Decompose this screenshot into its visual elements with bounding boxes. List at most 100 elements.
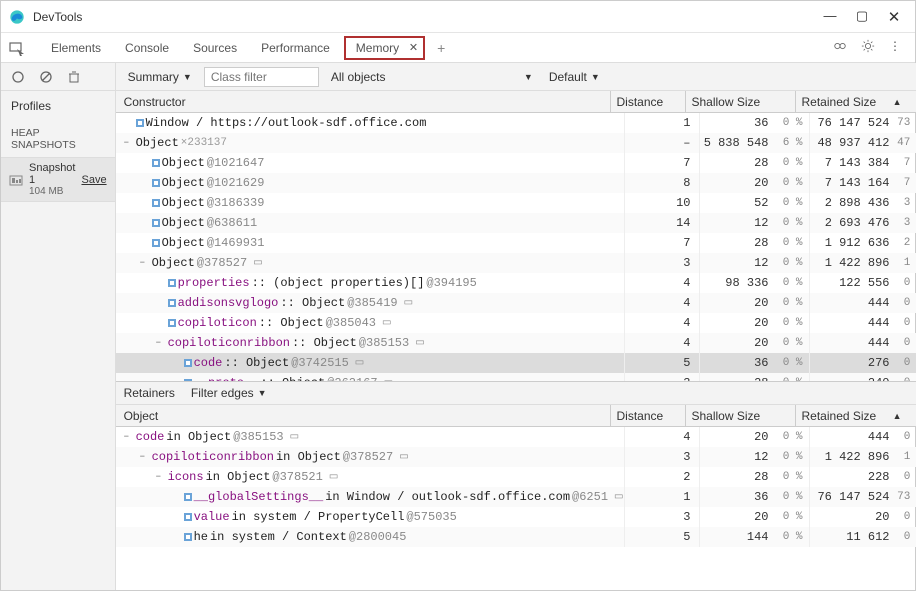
row-name-cell[interactable]: copiloticon :: Object @385043▭ bbox=[116, 313, 625, 333]
row-name-cell[interactable]: −Object ×233137 bbox=[116, 133, 625, 153]
column-constructor[interactable]: Constructor bbox=[116, 91, 611, 112]
row-name-cell[interactable]: __proto__ :: Object @262167▭ bbox=[116, 373, 625, 381]
row-name-cell[interactable]: Object @1021647 bbox=[116, 153, 625, 173]
delete-icon[interactable] bbox=[67, 70, 81, 84]
expander-icon[interactable]: − bbox=[156, 338, 166, 348]
table-row[interactable]: __proto__ :: Object @262167▭3280 %2400 % bbox=[116, 373, 916, 381]
row-name-cell[interactable]: Object @1469931 bbox=[116, 233, 625, 253]
link-icon[interactable]: ▭ bbox=[384, 377, 393, 381]
table-row[interactable]: __globalSettings__ in Window / outlook-s… bbox=[116, 487, 916, 507]
table-row[interactable]: −copiloticonribbon :: Object @385153▭420… bbox=[116, 333, 916, 353]
link-icon[interactable]: ▭ bbox=[355, 357, 364, 369]
retainers-body[interactable]: −code in Object @385153▭4200 %4440 %−cop… bbox=[116, 427, 916, 557]
link-icon[interactable]: ▭ bbox=[415, 337, 424, 349]
tab-memory[interactable]: Memory ✕ bbox=[344, 36, 425, 60]
row-retained: 1 422 8961 % bbox=[810, 447, 916, 467]
row-name-cell[interactable]: code :: Object @3742515▭ bbox=[116, 353, 625, 373]
table-row[interactable]: Object @14699317280 %1 912 6362 % bbox=[116, 233, 916, 253]
link-icon[interactable]: ▭ bbox=[290, 431, 299, 443]
row-distance: 5 bbox=[625, 527, 700, 547]
column-shallow[interactable]: Shallow Size bbox=[686, 405, 796, 426]
table-row[interactable]: code :: Object @3742515▭5360 %2760 % bbox=[116, 353, 916, 373]
view-mode-dropdown[interactable]: Summary ▼ bbox=[124, 68, 196, 86]
row-name-cell[interactable]: value in system / PropertyCell @575035 bbox=[116, 507, 625, 527]
row-name-cell[interactable]: addisonsvglogo :: Object @385419▭ bbox=[116, 293, 625, 313]
settings-icon[interactable] bbox=[861, 39, 875, 56]
snapshot-save-button[interactable]: Save bbox=[81, 174, 106, 186]
table-row[interactable]: value in system / PropertyCell @57503532… bbox=[116, 507, 916, 527]
tab-performance[interactable]: Performance bbox=[251, 36, 340, 60]
maximize-button[interactable]: ▢ bbox=[855, 8, 869, 26]
row-distance: – bbox=[625, 133, 700, 153]
column-distance[interactable]: Distance bbox=[611, 91, 686, 112]
expander-icon[interactable]: − bbox=[140, 452, 150, 462]
table-row[interactable]: −Object ×233137–5 838 5486 %48 937 41247… bbox=[116, 133, 916, 153]
tab-memory-label: Memory bbox=[356, 41, 399, 55]
column-retained[interactable]: Retained Size ▲ bbox=[796, 91, 916, 112]
column-shallow[interactable]: Shallow Size bbox=[686, 91, 796, 112]
constructors-body[interactable]: Window / https://outlook-sdf.office.com1… bbox=[116, 113, 916, 381]
expander-icon[interactable]: − bbox=[156, 472, 166, 482]
table-row[interactable]: Object @10216477280 %7 143 3847 % bbox=[116, 153, 916, 173]
row-name-cell[interactable]: he in system / Context @2800045 bbox=[116, 527, 625, 547]
caret-down-icon: ▼ bbox=[258, 388, 267, 398]
tab-add-button[interactable]: + bbox=[429, 40, 453, 56]
link-icon[interactable]: ▭ bbox=[253, 257, 262, 269]
tab-close-icon[interactable]: ✕ bbox=[409, 41, 418, 54]
row-distance: 4 bbox=[625, 313, 700, 333]
table-row[interactable]: Object @10216298200 %7 143 1647 % bbox=[116, 173, 916, 193]
filter-edges-dropdown[interactable]: Filter edges ▼ bbox=[187, 384, 271, 402]
tab-sources[interactable]: Sources bbox=[183, 36, 247, 60]
tab-console[interactable]: Console bbox=[115, 36, 179, 60]
minimize-button[interactable]: — bbox=[823, 8, 837, 26]
record-icon[interactable] bbox=[11, 70, 25, 84]
row-name-cell[interactable]: __globalSettings__ in Window / outlook-s… bbox=[116, 487, 625, 507]
link-icon[interactable]: ▭ bbox=[614, 491, 623, 503]
table-row[interactable]: Window / https://outlook-sdf.office.com1… bbox=[116, 113, 916, 133]
objects-filter-dropdown[interactable]: All objects ▼ bbox=[327, 68, 537, 86]
table-row[interactable]: addisonsvglogo :: Object @385419▭4200 %4… bbox=[116, 293, 916, 313]
row-name-cell[interactable]: −Object @378527▭ bbox=[116, 253, 625, 273]
devtools-tabs: Elements Console Sources Performance Mem… bbox=[1, 33, 915, 63]
row-name-cell[interactable]: Object @638611 bbox=[116, 213, 625, 233]
row-name-cell[interactable]: properties :: (object properties)[] @394… bbox=[116, 273, 625, 293]
column-retained[interactable]: Retained Size ▲ bbox=[796, 405, 916, 426]
row-name-cell[interactable]: −copiloticonribbon :: Object @385153▭ bbox=[116, 333, 625, 353]
bug-icon[interactable] bbox=[833, 39, 847, 56]
close-button[interactable]: ✕ bbox=[887, 8, 901, 26]
row-name-cell[interactable]: −icons in Object @378521▭ bbox=[116, 467, 625, 487]
clear-icon[interactable] bbox=[39, 70, 53, 84]
link-icon[interactable]: ▭ bbox=[382, 317, 391, 329]
table-row[interactable]: Object @63861114120 %2 693 4763 % bbox=[116, 213, 916, 233]
default-filter-dropdown[interactable]: Default ▼ bbox=[545, 68, 604, 86]
table-row[interactable]: copiloticon :: Object @385043▭4200 %4440… bbox=[116, 313, 916, 333]
inspect-icon[interactable] bbox=[9, 40, 25, 56]
row-name-cell[interactable]: Object @1021629 bbox=[116, 173, 625, 193]
snapshot-item[interactable]: Snapshot 1 104 MB Save bbox=[1, 157, 115, 202]
table-row[interactable]: he in system / Context @280004551440 %11… bbox=[116, 527, 916, 547]
table-row[interactable]: properties :: (object properties)[] @394… bbox=[116, 273, 916, 293]
column-distance[interactable]: Distance bbox=[611, 405, 686, 426]
link-icon[interactable]: ▭ bbox=[329, 471, 338, 483]
tab-elements[interactable]: Elements bbox=[41, 36, 111, 60]
link-icon[interactable]: ▭ bbox=[399, 451, 408, 463]
table-row[interactable]: −icons in Object @378521▭2280 %2280 % bbox=[116, 467, 916, 487]
expander-icon[interactable]: − bbox=[124, 432, 134, 442]
more-icon[interactable]: ⋮ bbox=[889, 39, 901, 56]
row-name-cell[interactable]: Window / https://outlook-sdf.office.com bbox=[116, 113, 625, 133]
default-filter-label: Default bbox=[549, 70, 587, 84]
column-object[interactable]: Object bbox=[116, 405, 611, 426]
row-name-cell[interactable]: −copiloticonribbon in Object @378527▭ bbox=[116, 447, 625, 467]
profiles-toolbar bbox=[1, 63, 115, 91]
row-name-cell[interactable]: Object @3186339 bbox=[116, 193, 625, 213]
table-row[interactable]: −code in Object @385153▭4200 %4440 % bbox=[116, 427, 916, 447]
class-filter-input[interactable] bbox=[204, 67, 319, 87]
table-row[interactable]: Object @318633910520 %2 898 4363 % bbox=[116, 193, 916, 213]
link-icon[interactable]: ▭ bbox=[404, 297, 413, 309]
expander-icon[interactable]: − bbox=[124, 138, 134, 148]
table-row[interactable]: −copiloticonribbon in Object @378527▭312… bbox=[116, 447, 916, 467]
retainers-grid: Object Distance Shallow Size Retained Si… bbox=[116, 405, 916, 557]
expander-icon[interactable]: − bbox=[140, 258, 150, 268]
table-row[interactable]: −Object @378527▭3120 %1 422 8961 % bbox=[116, 253, 916, 273]
row-name-cell[interactable]: −code in Object @385153▭ bbox=[116, 427, 625, 447]
